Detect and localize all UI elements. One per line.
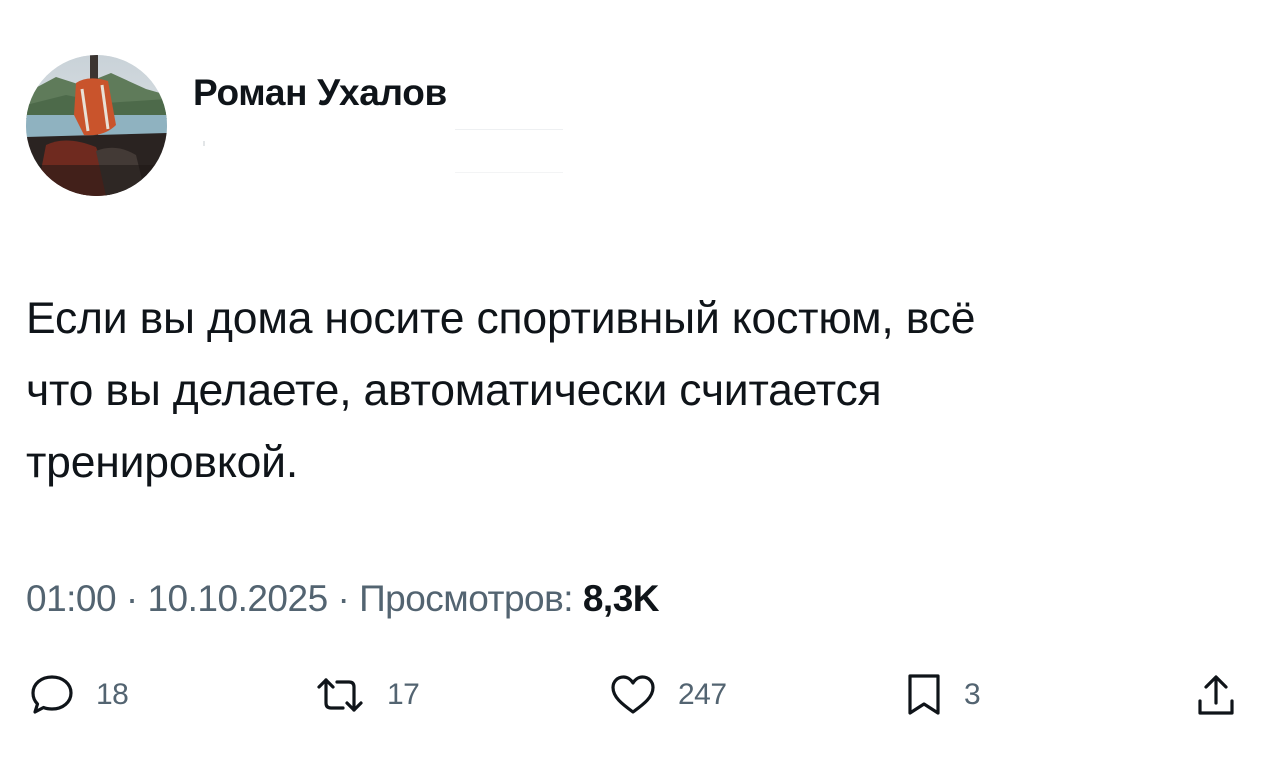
faint-divider <box>455 129 563 130</box>
like-button[interactable]: 247 <box>610 670 727 720</box>
tweet-meta: 01:00 · 10.10.2025 · Просмотров: 8,3K <box>26 574 660 624</box>
meta-separator: · <box>337 578 360 619</box>
tweet-text: Если вы дома носите спортивный костюм, в… <box>26 283 1246 499</box>
reply-icon <box>31 675 73 714</box>
share-button[interactable] <box>1196 670 1236 720</box>
bookmark-icon <box>908 674 940 715</box>
retweet-icon <box>317 678 363 712</box>
tweet-text-line: что вы делаете, автоматически считается <box>26 366 882 415</box>
author-name[interactable]: Роман Ухалов <box>193 72 447 114</box>
meta-separator: · <box>125 578 148 619</box>
bookmark-count: 3 <box>964 678 981 711</box>
views-count: 8,3K <box>582 578 660 619</box>
retweet-button[interactable]: 17 <box>315 670 420 720</box>
tweet-time[interactable]: 01:00 <box>26 578 117 619</box>
heart-icon <box>611 675 655 714</box>
reply-count: 18 <box>96 678 129 711</box>
avatar[interactable] <box>26 55 167 196</box>
retweet-count: 17 <box>387 678 420 711</box>
faint-mark <box>203 141 205 146</box>
tweet-text-line: тренировкой. <box>26 438 298 487</box>
faint-divider <box>455 172 563 173</box>
share-icon <box>1198 675 1234 715</box>
like-count: 247 <box>678 678 727 711</box>
bookmark-button[interactable]: 3 <box>906 670 981 720</box>
tweet-card: Роман Ухалов Если вы дома носите спортив… <box>0 0 1280 783</box>
reply-button[interactable]: 18 <box>30 670 129 720</box>
tweet-date[interactable]: 10.10.2025 <box>147 578 328 619</box>
views-label: Просмотров: <box>359 578 583 619</box>
avatar-photo <box>26 55 167 196</box>
handle-area <box>193 124 563 184</box>
tweet-text-line: Если вы дома носите спортивный костюм, в… <box>26 294 976 343</box>
